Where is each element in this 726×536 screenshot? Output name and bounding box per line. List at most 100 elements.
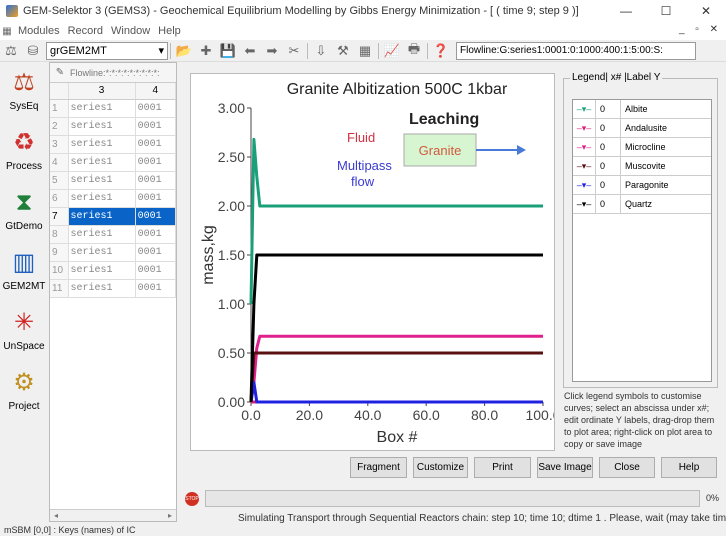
column-header[interactable]: 3 (68, 83, 136, 100)
record-id-cell[interactable]: 0001 (135, 171, 177, 190)
import-icon[interactable]: ⇩ (310, 41, 332, 61)
legend-label[interactable]: Quartz (621, 199, 652, 209)
legend-abscissa[interactable]: 0 (596, 156, 621, 176)
legend-abscissa[interactable]: 0 (596, 99, 621, 119)
row-number[interactable]: 6 (50, 189, 69, 208)
mdi-window-controls[interactable]: _ ▫ ✕ (679, 24, 722, 35)
record-id-cell[interactable]: 0001 (135, 207, 177, 226)
record-id-cell[interactable]: 0001 (135, 153, 177, 172)
table-row[interactable]: 10 series1 0001 (50, 261, 177, 280)
save-icon[interactable]: 💾 (217, 41, 239, 61)
database-icon[interactable]: ⛁ (22, 41, 44, 61)
horizontal-scrollbar[interactable]: ◂ ▸ (50, 509, 176, 521)
print-icon[interactable]: 🖶 (403, 41, 425, 61)
open-folder-icon[interactable]: 📂 (173, 41, 195, 61)
table-row[interactable]: 9 series1 0001 (50, 243, 177, 262)
record-id-cell[interactable]: 0001 (135, 243, 177, 262)
mdi-icon[interactable]: ▦ (0, 24, 14, 38)
legend-symbol-icon[interactable]: –▾– (573, 99, 596, 119)
legend-symbol-icon[interactable]: –▾– (573, 137, 596, 157)
row-number[interactable]: 1 (50, 99, 69, 118)
row-number[interactable]: 10 (50, 261, 69, 280)
record-name-cell[interactable]: series1 (68, 225, 136, 244)
nav-sysEq[interactable]: ⚖ SysEq (0, 62, 48, 122)
table-row[interactable]: 6 series1 0001 (50, 189, 177, 208)
nav-process[interactable]: ♻ Process (0, 122, 48, 182)
legend-symbol-icon[interactable]: –▾– (573, 194, 596, 214)
row-number[interactable]: 3 (50, 135, 69, 154)
table-row[interactable]: 1 series1 0001 (50, 99, 177, 118)
legend-label[interactable]: Paragonite (621, 180, 669, 190)
record-id-cell[interactable]: 0001 (135, 261, 177, 280)
minimize-button[interactable]: — (606, 0, 646, 22)
save-image-button[interactable]: Save Image (537, 457, 593, 478)
fragment-button[interactable]: Fragment (350, 457, 407, 478)
run-icon[interactable]: ⚒ (332, 41, 354, 61)
help-button[interactable]: Help (661, 457, 717, 478)
table-row[interactable]: 2 series1 0001 (50, 117, 177, 136)
menu-window[interactable]: Window (107, 25, 154, 37)
row-number[interactable]: 11 (50, 279, 69, 298)
table-row[interactable]: 4 series1 0001 (50, 153, 177, 172)
module-settings-icon[interactable]: ⚖ (0, 41, 22, 61)
legend-abscissa[interactable]: 0 (596, 194, 621, 214)
nav-gem2mt[interactable]: ▥ GEM2MT (0, 242, 48, 302)
nav-unspace[interactable]: ✳ UnSpace (0, 302, 48, 362)
record-name-cell[interactable]: series1 (68, 279, 136, 298)
arrow-right-icon[interactable]: ➡ (261, 41, 283, 61)
table-row[interactable]: 7 series1 0001 (50, 207, 177, 226)
legend-abscissa[interactable]: 0 (596, 118, 621, 138)
legend-label[interactable]: Albite (621, 104, 648, 114)
record-name-cell[interactable]: series1 (68, 135, 136, 154)
legend-row[interactable]: –▾– 0 Albite (573, 99, 711, 119)
nav-gtdemo[interactable]: ⧗ GtDemo (0, 182, 48, 242)
arrow-left-icon[interactable]: ⬅ (239, 41, 261, 61)
record-id-cell[interactable]: 0001 (135, 117, 177, 136)
record-id-cell[interactable]: 0001 (135, 189, 177, 208)
close-button[interactable]: Close (599, 457, 655, 478)
chart-svg[interactable]: Granite Albitization 500C 1kbar0.000.501… (191, 74, 561, 450)
record-name-cell[interactable]: series1 (68, 171, 136, 190)
record-id-cell[interactable]: 0001 (135, 225, 177, 244)
row-number[interactable]: 7 (50, 207, 69, 226)
row-number[interactable]: 8 (50, 225, 69, 244)
delete-icon[interactable]: ✂ (283, 41, 305, 61)
legend-symbol-icon[interactable]: –▾– (573, 118, 596, 138)
row-number[interactable]: 2 (50, 117, 69, 136)
record-filter-header[interactable]: ✎ Flowline:*:*:*:*:*:*:*:*:*: (50, 63, 176, 83)
row-number[interactable]: 9 (50, 243, 69, 262)
legend-row[interactable]: –▾– 0 Microcline (573, 137, 711, 157)
record-name-cell[interactable]: series1 (68, 261, 136, 280)
maximize-button[interactable]: ☐ (646, 0, 686, 22)
record-name-cell[interactable]: series1 (68, 189, 136, 208)
calculator-icon[interactable]: ▦ (354, 41, 376, 61)
record-id-cell[interactable]: 0001 (135, 135, 177, 154)
plot-area[interactable]: Granite Albitization 500C 1kbar 0.00 0.50 1… (190, 73, 561, 451)
legend-abscissa[interactable]: 0 (596, 137, 621, 157)
print-button[interactable]: Print (474, 457, 531, 478)
row-number[interactable]: 4 (50, 153, 69, 172)
column-header[interactable]: 4 (135, 83, 177, 100)
table-row[interactable]: 3 series1 0001 (50, 135, 177, 154)
help-icon[interactable]: ❓ (430, 41, 452, 61)
table-row[interactable]: 8 series1 0001 (50, 225, 177, 244)
table-row[interactable]: 11 series1 0001 (50, 279, 177, 298)
customize-button[interactable]: Customize (413, 457, 468, 478)
plot-icon[interactable]: 📈 (381, 41, 403, 61)
record-name-cell[interactable]: series1 (68, 243, 136, 262)
legend-label[interactable]: Andalusite (621, 123, 667, 133)
legend-row[interactable]: –▾– 0 Andalusite (573, 118, 711, 138)
legend-symbol-icon[interactable]: –▾– (573, 175, 596, 195)
record-name-cell[interactable]: series1 (68, 153, 136, 172)
close-window-button[interactable]: ✕ (686, 0, 726, 22)
module-combo[interactable]: grGEM2MT ▾ (46, 41, 168, 60)
legend-row[interactable]: –▾– 0 Muscovite (573, 156, 711, 176)
legend-symbol-icon[interactable]: –▾– (573, 156, 596, 176)
legend-row[interactable]: –▾– 0 Paragonite (573, 175, 711, 195)
menu-record[interactable]: Record (64, 25, 107, 37)
scroll-left-icon[interactable]: ◂ (54, 511, 58, 520)
nav-project[interactable]: ⚙ Project (0, 362, 48, 422)
record-id-cell[interactable]: 0001 (135, 279, 177, 298)
stop-button[interactable]: STOP (185, 492, 199, 506)
record-name-cell[interactable]: series1 (68, 117, 136, 136)
